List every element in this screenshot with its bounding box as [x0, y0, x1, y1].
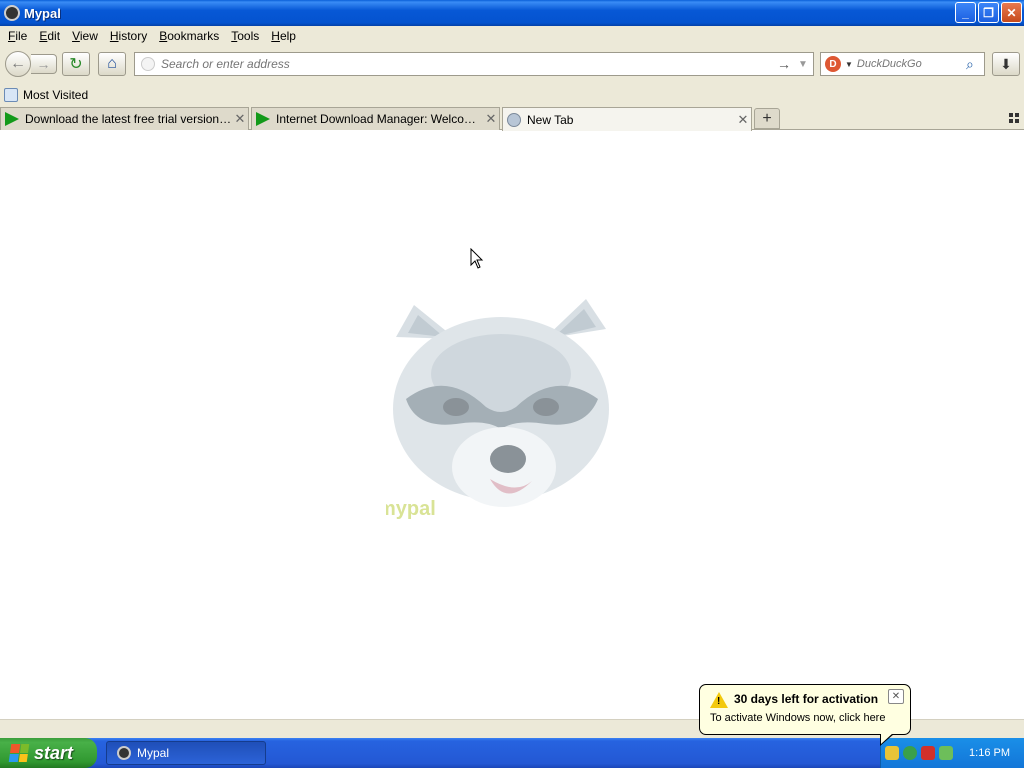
idm-tray-icon[interactable] [939, 746, 953, 760]
bookmarks-toolbar: Most Visited [0, 84, 1024, 106]
start-button[interactable]: start [0, 738, 97, 768]
menu-file[interactable]: File [2, 29, 33, 43]
network-icon[interactable] [903, 746, 917, 760]
home-icon: ⌂ [107, 55, 117, 72]
navigation-toolbar: ← → ↻ ⌂ → ▼ D ▼ ⌕ ⬇ [0, 46, 1024, 84]
menu-edit[interactable]: Edit [33, 29, 66, 43]
menu-tools[interactable]: Tools [225, 29, 265, 43]
address-input[interactable] [161, 57, 775, 71]
mypal-raccoon-logo: mypal [386, 299, 609, 519]
close-button[interactable]: ✕ [1001, 2, 1022, 23]
windows-flag-icon [8, 744, 30, 762]
balloon-text[interactable]: To activate Windows now, click here [710, 712, 885, 724]
forward-button[interactable]: → [31, 54, 57, 74]
new-tab-page: mypal [0, 131, 1024, 719]
start-label: start [34, 742, 74, 763]
tab-groups-icon[interactable] [1008, 112, 1020, 124]
engine-dropdown-icon[interactable]: ▼ [845, 60, 853, 69]
clock[interactable]: 1:16 PM [969, 747, 1010, 759]
plus-icon: + [762, 109, 772, 127]
minimize-button[interactable]: _ [955, 2, 976, 23]
globe-icon [507, 112, 521, 127]
warning-mark: ! [717, 696, 721, 707]
address-bar: → ▼ [134, 52, 814, 76]
search-bar: D ▼ ⌕ [820, 52, 985, 76]
mypal-logo-text: mypal [386, 498, 436, 519]
new-tab-button[interactable]: + [754, 108, 780, 129]
back-button[interactable]: ← [5, 51, 31, 77]
tab-label: New Tab [527, 112, 574, 127]
go-arrow-icon[interactable]: → [775, 56, 793, 72]
reload-icon: ↻ [69, 56, 83, 73]
tab-close-icon[interactable]: ✕ [232, 111, 248, 127]
history-dropdown-icon[interactable]: ▼ [793, 59, 813, 70]
most-visited-icon [4, 88, 18, 102]
duckduckgo-icon[interactable]: D [825, 56, 841, 72]
tab-close-icon[interactable]: ✕ [735, 112, 751, 128]
back-arrow-icon: ← [10, 55, 26, 72]
activation-balloon[interactable]: ! 30 days left for activation To activat… [699, 684, 911, 746]
taskbar-item-mypal[interactable]: Mypal [106, 741, 266, 765]
home-button[interactable]: ⌂ [98, 52, 126, 76]
search-icon[interactable]: ⌕ [966, 56, 984, 73]
taskbar: start Mypal 1:16 PM [0, 738, 1024, 768]
tab-idm-welcome[interactable]: Internet Download Manager: Welcome to...… [251, 107, 500, 130]
tab-label: Download the latest free trial version o… [25, 112, 232, 126]
downloads-button[interactable]: ⬇ [992, 52, 1020, 76]
most-visited-bookmark[interactable]: Most Visited [23, 88, 88, 102]
menu-history[interactable]: History [104, 29, 153, 43]
search-input[interactable] [856, 58, 966, 70]
balloon-title: 30 days left for activation [734, 692, 879, 706]
tab-strip: Download the latest free trial version o… [0, 106, 1024, 131]
menu-bar: File Edit View History Bookmarks Tools H… [0, 26, 1024, 46]
tab-new-tab[interactable]: New Tab ✕ [502, 107, 752, 131]
download-arrow-icon: ⬇ [1000, 55, 1012, 72]
tab-idm-trial[interactable]: Download the latest free trial version o… [0, 107, 249, 130]
balloon-close-button[interactable]: ✕ [888, 689, 904, 704]
menu-bookmarks[interactable]: Bookmarks [153, 29, 225, 43]
mypal-app-icon [117, 746, 131, 760]
window-controls: _ ❐ ✕ [955, 2, 1022, 23]
idm-arrow-icon [5, 112, 19, 126]
taskbar-item-label: Mypal [137, 746, 170, 760]
restore-button[interactable]: ❐ [978, 2, 999, 23]
tab-close-icon[interactable]: ✕ [483, 111, 499, 127]
site-identity-icon[interactable] [141, 57, 155, 71]
idm-arrow-icon [256, 112, 270, 126]
menu-view[interactable]: View [66, 29, 104, 43]
system-tray: 1:16 PM [880, 738, 1024, 768]
tab-label: Internet Download Manager: Welcome to... [276, 112, 483, 126]
activation-key-icon[interactable] [885, 746, 899, 760]
window-title: Mypal [24, 5, 61, 21]
reload-button[interactable]: ↻ [62, 52, 90, 76]
menu-help[interactable]: Help [265, 29, 302, 43]
balloon-tail-fill [881, 733, 893, 744]
mouse-cursor-icon [470, 248, 484, 269]
security-shield-icon[interactable] [921, 746, 935, 760]
forward-arrow-icon: → [36, 56, 51, 72]
mypal-app-icon [4, 5, 20, 21]
window-titlebar[interactable]: Mypal _ ❐ ✕ [0, 0, 1024, 26]
